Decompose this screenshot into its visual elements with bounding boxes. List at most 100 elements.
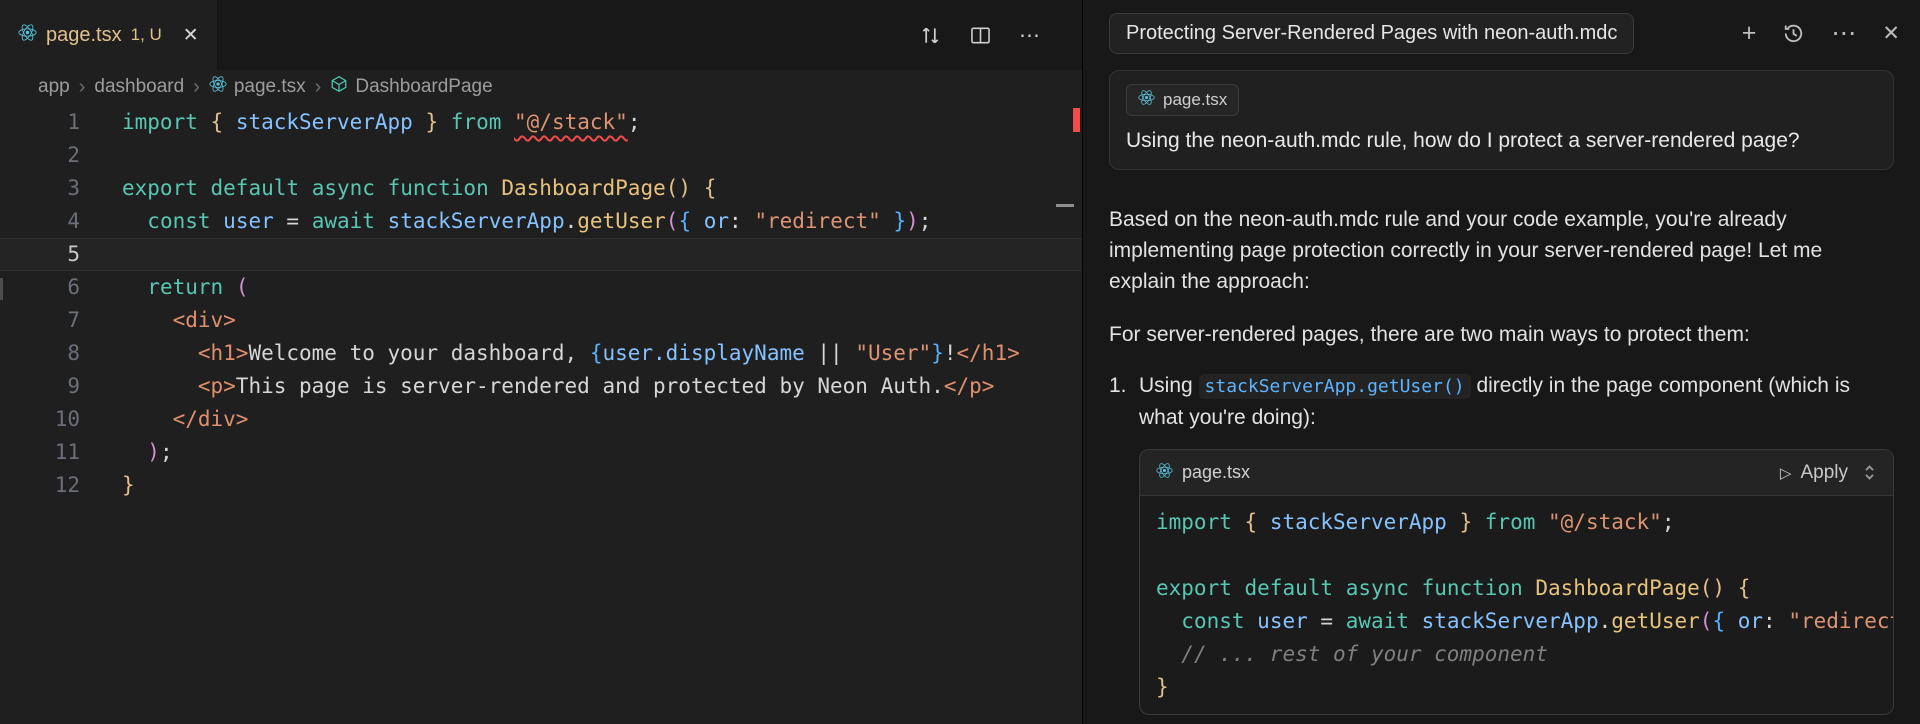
code-text: const user = await stackServerApp.getUse… — [122, 205, 931, 238]
chat-panel: Protecting Server-Rendered Pages with ne… — [1082, 0, 1920, 724]
more-actions-icon[interactable]: ⋯ — [1019, 23, 1040, 48]
code-block-filename: page.tsx — [1182, 462, 1250, 483]
code-text: import { stackServerApp } from "@/stack"… — [122, 106, 640, 139]
code-line[interactable]: 9 <p>This page is server-rendered and pr… — [0, 370, 1082, 403]
react-icon — [18, 23, 37, 47]
list-item-text: Using stackServerApp.getUser() directly … — [1139, 370, 1894, 433]
assistant-paragraph: For server-rendered pages, there are two… — [1109, 319, 1894, 350]
chat-messages[interactable]: page.tsx Using the neon-auth.mdc rule, h… — [1083, 66, 1920, 724]
user-message-card: page.tsx Using the neon-auth.mdc rule, h… — [1109, 70, 1894, 170]
code-text: // ... rest of your component — [1156, 638, 1548, 671]
overview-ruler-marker — [1056, 204, 1074, 207]
code-line[interactable]: 11 ); — [0, 436, 1082, 469]
line-number: 5 — [0, 238, 80, 271]
chat-title[interactable]: Protecting Server-Rendered Pages with ne… — [1109, 13, 1634, 54]
react-icon — [1156, 462, 1173, 484]
code-text: const user = await stackServerApp.getUse… — [1156, 605, 1893, 638]
editor-pane: page.tsx 1, U ✕ ⋯ app › dashboard › — [0, 0, 1082, 724]
code-text: ); — [122, 436, 173, 469]
close-panel-icon[interactable]: ✕ — [1882, 23, 1900, 44]
line-number: 11 — [0, 436, 80, 469]
tab-git-status: 1, U — [131, 25, 162, 45]
code-text: } — [1156, 671, 1169, 704]
code-text: <p>This page is server-rendered and prot… — [122, 370, 994, 403]
react-icon — [209, 75, 227, 99]
window-edge-notch — [0, 278, 3, 300]
line-number: 9 — [0, 370, 80, 403]
apply-label: Apply — [1800, 462, 1848, 484]
code-line[interactable]: } — [1156, 671, 1877, 704]
chevron-right-icon: › — [315, 76, 322, 99]
line-number: 3 — [0, 172, 80, 205]
play-icon: ▷ — [1780, 464, 1792, 482]
code-line[interactable]: const user = await stackServerApp.getUse… — [1156, 605, 1877, 638]
code-line[interactable]: import { stackServerApp } from "@/stack"… — [1156, 506, 1877, 539]
line-number: 10 — [0, 403, 80, 436]
chevron-right-icon: › — [193, 76, 200, 99]
code-line[interactable]: 7 <div> — [0, 304, 1082, 337]
code-line[interactable] — [1156, 539, 1877, 572]
chat-header-icons: + ⋯ ✕ — [1742, 21, 1900, 46]
code-text: import { stackServerApp } from "@/stack"… — [1156, 506, 1674, 539]
line-number: 8 — [0, 337, 80, 370]
code-line[interactable]: export default async function DashboardP… — [1156, 572, 1877, 605]
code-line[interactable]: 3 export default async function Dashboard… — [0, 172, 1082, 205]
numbered-list-item: 1. Using stackServerApp.getUser() direct… — [1109, 370, 1894, 433]
code-line[interactable]: 12} — [0, 469, 1082, 502]
code-text: export default async function DashboardP… — [1156, 572, 1750, 605]
line-number: 2 — [0, 139, 80, 172]
code-line[interactable]: 1 import { stackServerApp } from "@/stack… — [0, 106, 1082, 139]
open-changes-icon[interactable] — [919, 24, 942, 47]
code-line[interactable]: 6 return ( — [0, 271, 1082, 304]
file-context-chip[interactable]: page.tsx — [1126, 84, 1239, 116]
split-editor-icon[interactable] — [970, 25, 991, 46]
code-editor[interactable]: 1 import { stackServerApp } from "@/stack… — [0, 104, 1082, 502]
line-number: 7 — [0, 304, 80, 337]
list-marker: 1. — [1109, 370, 1139, 433]
code-text: <h1>Welcome to your dashboard, {user.dis… — [122, 337, 1020, 370]
line-number: 6 — [0, 271, 80, 304]
assistant-paragraph: Based on the neon-auth.mdc rule and your… — [1109, 204, 1894, 297]
app-window: page.tsx 1, U ✕ ⋯ app › dashboard › — [0, 0, 1920, 724]
breadcrumb-file[interactable]: page.tsx — [209, 75, 306, 99]
inline-code[interactable]: stackServerApp.getUser() — [1199, 374, 1471, 399]
react-icon — [1138, 89, 1155, 111]
code-line[interactable]: 4 const user = await stackServerApp.getU… — [0, 205, 1082, 238]
code-line[interactable]: 10 </div> — [0, 403, 1082, 436]
code-line[interactable]: // ... rest of your component — [1156, 638, 1877, 671]
code-text: </div> — [122, 403, 248, 436]
breadcrumb-symbol[interactable]: DashboardPage — [330, 75, 492, 99]
apply-button[interactable]: ▷ Apply — [1780, 462, 1848, 484]
file-chip-label: page.tsx — [1163, 90, 1227, 110]
code-text: export default async function DashboardP… — [122, 172, 716, 205]
more-options-icon[interactable]: ⋯ — [1831, 21, 1856, 46]
line-number: 1 — [0, 106, 80, 139]
chevron-right-icon: › — [79, 76, 86, 99]
symbol-cube-icon — [330, 75, 348, 99]
breadcrumb-app[interactable]: app — [38, 76, 70, 98]
code-line[interactable]: 5 — [0, 238, 1082, 271]
tab-page-tsx[interactable]: page.tsx 1, U ✕ — [0, 0, 218, 70]
chat-header: Protecting Server-Rendered Pages with ne… — [1083, 0, 1920, 66]
code-text: } — [122, 469, 135, 502]
code-line[interactable]: 2 — [0, 139, 1082, 172]
new-chat-icon[interactable]: + — [1742, 21, 1757, 46]
code-block-header: page.tsx ▷ Apply — [1140, 450, 1893, 496]
error-marker — [1073, 108, 1080, 132]
breadcrumb-dashboard[interactable]: dashboard — [94, 76, 184, 98]
editor-actions: ⋯ — [919, 0, 1082, 70]
tab-label: page.tsx — [46, 24, 122, 47]
code-line[interactable]: 8 <h1>Welcome to your dashboard, {user.d… — [0, 337, 1082, 370]
code-lines[interactable]: 1 import { stackServerApp } from "@/stack… — [0, 106, 1082, 502]
code-block-content[interactable]: import { stackServerApp } from "@/stack"… — [1140, 496, 1893, 714]
history-icon[interactable] — [1782, 22, 1805, 45]
breadcrumb: app › dashboard › page.tsx › DashboardPa… — [0, 70, 1082, 104]
close-icon[interactable]: ✕ — [183, 24, 199, 47]
line-number: 4 — [0, 205, 80, 238]
user-question: Using the neon-auth.mdc rule, how do I p… — [1126, 129, 1877, 153]
code-text: <div> — [122, 304, 236, 337]
editor-tab-bar: page.tsx 1, U ✕ ⋯ — [0, 0, 1082, 70]
chat-code-block: page.tsx ▷ Apply import { stackServerApp… — [1139, 449, 1894, 715]
expand-collapse-icon[interactable] — [1862, 463, 1877, 482]
code-text: return ( — [122, 271, 248, 304]
